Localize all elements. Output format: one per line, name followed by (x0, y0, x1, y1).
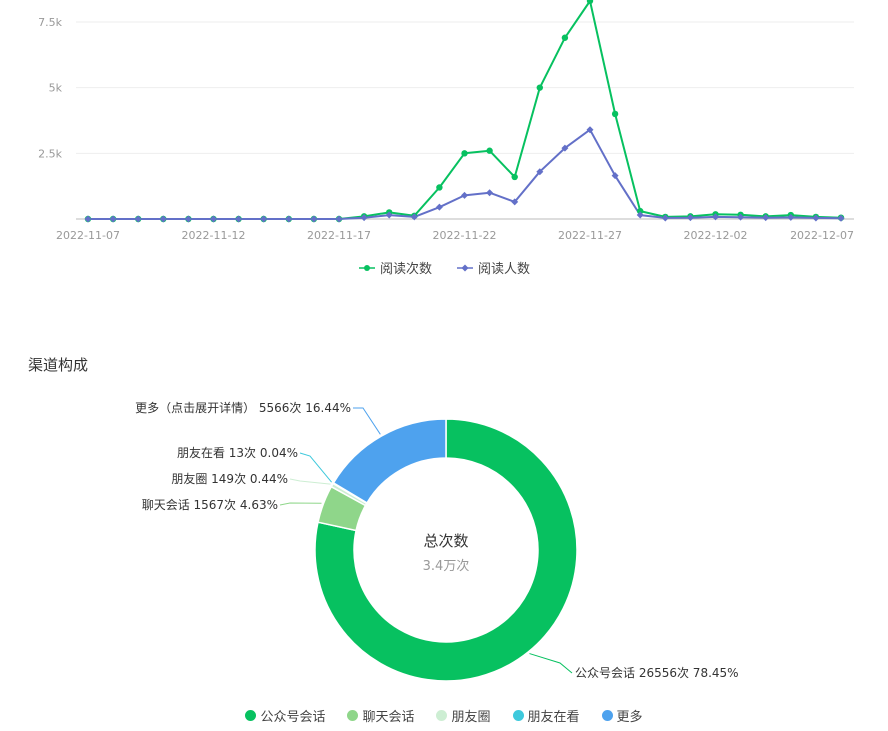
donut-slice-4 (332, 418, 447, 504)
legend-item-reads[interactable]: 阅读次数 (358, 258, 432, 277)
legend-marker-readers (457, 264, 473, 271)
donut-leader-line-4 (353, 407, 381, 435)
donut-legend-item-1[interactable]: 聊天会话 (347, 706, 414, 725)
data-point-readers (134, 215, 142, 223)
donut-legend-label-2: 朋友圈 (451, 710, 491, 725)
donut-leader-line-2 (289, 478, 331, 485)
donut-legend-dot-0 (245, 710, 257, 721)
donut-legend-label-4: 更多 (616, 710, 643, 725)
data-point-reads (436, 184, 443, 191)
donut-center-value: 3.4万次 (423, 558, 470, 574)
data-point-readers (260, 215, 268, 223)
donut-legend-label-3: 朋友在看 (527, 710, 580, 725)
data-point-readers (235, 215, 243, 223)
line-chart-legend: 阅读次数 阅读人数 (0, 258, 888, 277)
donut-label-4: 更多（点击展开详情） 5566次 16.44% (135, 400, 351, 415)
x-tick-label: 2022-12-02 (684, 229, 748, 242)
data-point-reads (536, 84, 543, 91)
donut-legend-item-3[interactable]: 朋友在看 (512, 706, 580, 725)
data-point-readers (486, 189, 494, 197)
data-point-reads (561, 34, 569, 41)
donut-center-title: 总次数 (423, 532, 468, 550)
donut-leader-line-1 (279, 502, 322, 506)
data-point-readers (210, 215, 217, 223)
data-point-reads (486, 147, 493, 154)
section-title: 渠道构成 (28, 356, 89, 374)
data-point-reads (461, 150, 468, 157)
donut-legend-label-0: 公众号会话 (260, 710, 326, 725)
x-tick-label: 2022-11-17 (307, 229, 371, 242)
donut-legend-dot-1 (347, 710, 359, 721)
series-line-1 (88, 128, 842, 220)
data-point-readers (310, 215, 318, 223)
donut-label-3: 朋友在看 13次 0.04% (177, 446, 298, 460)
donut-legend-item-4[interactable]: 更多 (601, 706, 643, 725)
donut-legend-dot-3 (512, 710, 524, 721)
data-point-readers (184, 215, 192, 223)
donut-legend-item-2[interactable]: 朋友圈 (436, 706, 491, 725)
y-tick-label: 2.5k (38, 147, 62, 160)
donut-legend-dot-4 (601, 710, 613, 721)
data-point-readers (285, 215, 293, 223)
donut-chart: 公众号会话 26556次 78.45% 聊天会话 1567次 4.63% 朋友圈 1… (135, 400, 739, 682)
donut-label-0: 公众号会话 26556次 78.45% (575, 666, 739, 680)
data-point-reads (511, 173, 518, 181)
data-point-readers (461, 191, 468, 199)
data-point-readers (159, 215, 167, 223)
donut-chart-legend: 公众号会话 聊天会话 朋友圈 朋友在看 更多 (0, 706, 888, 725)
legend-label-readers: 阅读人数 (478, 262, 531, 277)
donut-leader-line-0 (529, 653, 573, 674)
donut-leader-line-3 (299, 452, 332, 483)
donut-legend-item-0[interactable]: 公众号会话 (245, 706, 325, 725)
x-tick-label: 2022-11-12 (182, 229, 246, 242)
x-tick-label: 2022-11-07 (56, 229, 120, 242)
series-line-0 (88, 0, 842, 220)
legend-item-readers[interactable]: 阅读人数 (456, 258, 530, 277)
y-tick-label: 5k (49, 82, 63, 95)
x-tick-label: 2022-11-27 (558, 229, 622, 242)
legend-label-reads: 阅读次数 (379, 262, 432, 277)
donut-label-2: 朋友圈 149次 0.44% (171, 472, 288, 486)
donut-label-1: 聊天会话 1567次 4.63% (142, 498, 278, 512)
y-tick-label: 7.5k (38, 16, 62, 29)
donut-legend-label-1: 聊天会话 (362, 710, 415, 725)
legend-marker-reads (358, 264, 375, 271)
donut-legend-dot-2 (436, 710, 448, 721)
data-point-reads (611, 110, 619, 118)
x-tick-label: 2022-12-07 (790, 229, 854, 242)
x-tick-label: 2022-11-22 (433, 229, 497, 242)
data-point-readers (435, 203, 443, 211)
line-chart: 2.5k 5k 7.5k 2022-11-07 2022-11-12 2022-11-17… (38, 0, 854, 242)
data-point-readers (335, 215, 343, 223)
data-point-readers (109, 215, 117, 223)
data-point-readers (84, 215, 92, 223)
